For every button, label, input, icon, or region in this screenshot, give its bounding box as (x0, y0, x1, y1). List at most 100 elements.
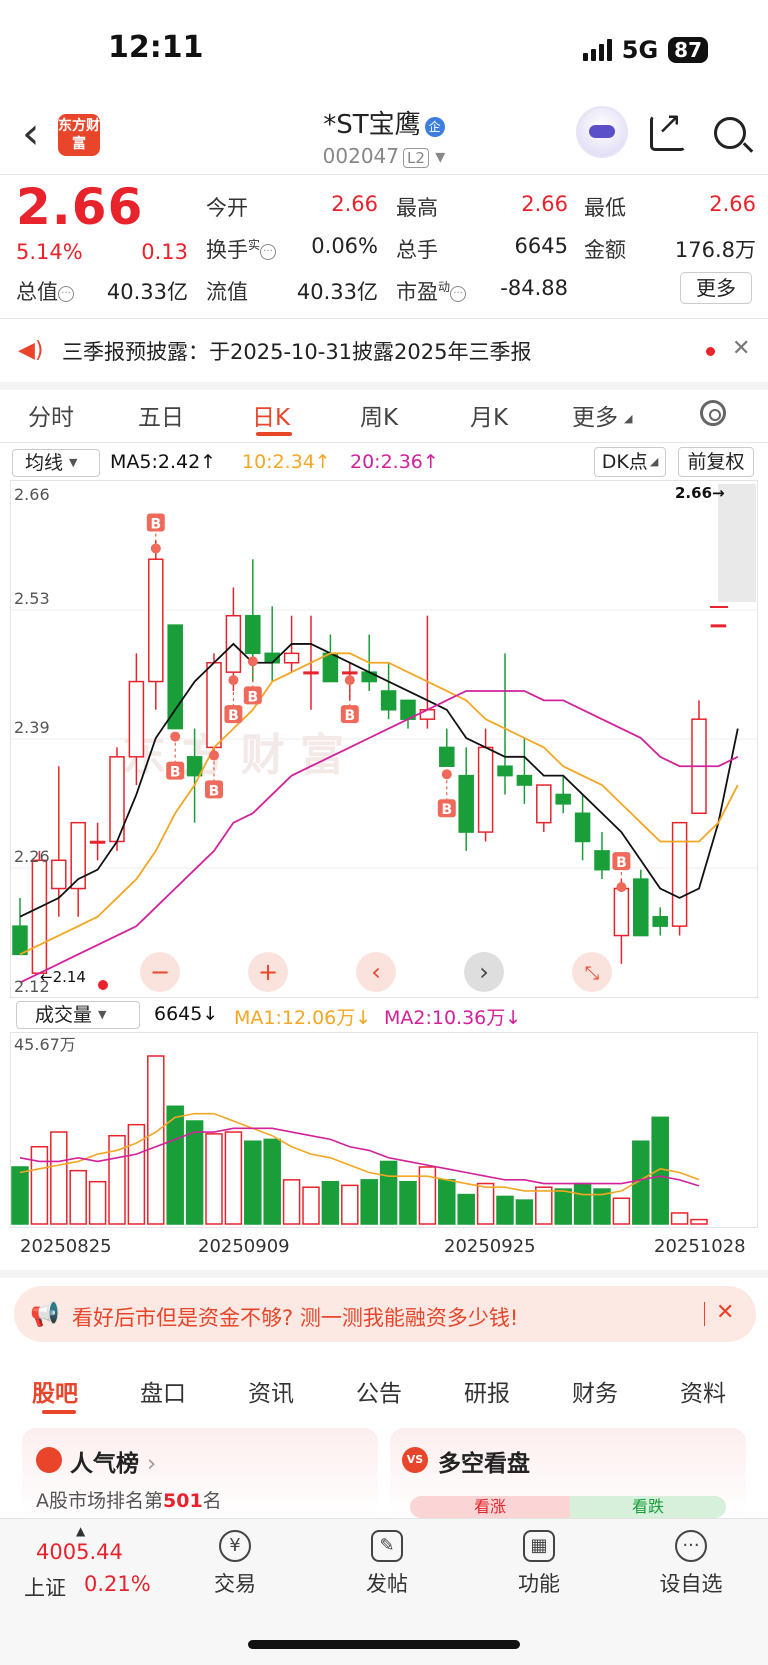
candle-body (671, 821, 688, 927)
mktcap-value: 40.33亿 (106, 280, 188, 304)
turnover-label-text: 换手 (206, 238, 248, 262)
close-icon[interactable]: ✕ (732, 336, 750, 361)
bar-chart-icon (36, 1447, 62, 1473)
low-point-dot (98, 980, 108, 990)
volume-bar (185, 1120, 204, 1225)
volume-bar (573, 1182, 592, 1225)
signal-dot (228, 675, 239, 686)
volume-bar (224, 1131, 243, 1225)
divider (0, 318, 768, 319)
tab-announcements[interactable]: 公告 (356, 1374, 402, 1408)
volume-indicator-select[interactable]: 成交量 ▼ (16, 1001, 140, 1029)
active-tab-indicator (42, 1410, 76, 1414)
chevron-down-icon: ▼ (69, 456, 78, 469)
zoom-out-icon[interactable]: − (140, 952, 180, 992)
scroll-left-icon[interactable]: ‹ (356, 952, 396, 992)
ma10-value: 10:2.34↑ (242, 451, 331, 473)
tab-more[interactable]: 更多 ◢ (572, 398, 632, 432)
section-gap (0, 1270, 768, 1278)
tab-five-day[interactable]: 五日 (138, 398, 184, 432)
volume-chart[interactable]: 45.67万 (10, 1032, 758, 1232)
volume-bar (670, 1212, 689, 1225)
tab-orderbook[interactable]: 盘口 (140, 1374, 186, 1408)
scroll-right-icon[interactable]: › (464, 952, 504, 992)
dk-point-label: DK点 (601, 451, 648, 473)
tab-profile[interactable]: 资料 (680, 1374, 726, 1408)
adjust-button[interactable]: 前复权 (678, 447, 754, 477)
notice-text[interactable]: 三季报预披露：于2025-10-31披露2025年三季报 (62, 336, 531, 366)
candle-body (167, 624, 183, 730)
volume-bar (11, 1166, 29, 1225)
tab-news[interactable]: 资讯 (248, 1374, 294, 1408)
nav-post[interactable]: ✎ 发帖 (342, 1530, 432, 1598)
tab-intraday[interactable]: 分时 (28, 398, 74, 432)
share-icon[interactable] (650, 106, 686, 151)
volume-bar (399, 1180, 417, 1225)
volume-bar (379, 1160, 398, 1225)
vol-ma1-value: MA1:12.06万↓ (234, 1007, 372, 1029)
index-change[interactable]: 0.21% (84, 1572, 151, 1596)
turnover-value: 0.06% (311, 234, 378, 258)
tab-day-k[interactable]: 日K (252, 398, 290, 432)
battery-icon: 87 (668, 37, 708, 63)
mktcap-label[interactable]: 总值 ··· (16, 276, 74, 306)
zoom-in-icon[interactable]: + (248, 952, 288, 992)
candle-body (439, 746, 455, 767)
nav-trade[interactable]: ¥ 交易 (190, 1530, 280, 1598)
tab-finance[interactable]: 财务 (572, 1374, 618, 1408)
nav-functions[interactable]: ▦ 功能 (494, 1530, 584, 1598)
nav-add-watchlist[interactable]: ··· 设自选 (646, 1530, 736, 1598)
info-icon[interactable]: ··· (450, 286, 467, 302)
candle-body (342, 671, 358, 675)
candle-body (380, 690, 397, 711)
volume-bar (360, 1179, 378, 1225)
info-icon[interactable]: ··· (260, 244, 277, 260)
fullscreen-icon[interactable]: ⤡ (572, 952, 612, 992)
network-type: 5G (621, 36, 659, 64)
section-gap (0, 382, 768, 390)
volume-bar (50, 1131, 68, 1225)
indicator-select[interactable]: 均线 ▼ (12, 449, 100, 477)
stock-code-text: 002047 (322, 144, 400, 168)
signal-dot (209, 750, 219, 761)
status-indicators: 5G 87 (582, 36, 708, 64)
search-icon[interactable] (714, 117, 746, 149)
tab-guba[interactable]: 股吧 (32, 1374, 78, 1408)
candle-body (497, 765, 513, 777)
info-icon[interactable]: ··· (58, 286, 74, 302)
candle-body (633, 878, 649, 937)
pe-sup: 动 (438, 280, 451, 294)
caret-icon: ◢ (624, 412, 633, 425)
candle-body (574, 812, 591, 843)
index-name[interactable]: 上证 (24, 1572, 66, 1602)
volume-bar (438, 1179, 456, 1225)
divider (0, 174, 768, 175)
mktcap-label-text: 总值 (16, 280, 58, 304)
candle-body (516, 774, 533, 786)
amount-value: 176.8万 (674, 238, 756, 262)
index-value[interactable]: 4005.44 (36, 1540, 123, 1564)
bearish-button[interactable]: 看跌 (570, 1496, 726, 1518)
popularity-title[interactable]: 人气榜 › (70, 1444, 156, 1478)
bull-bear-title: 多空看盘 (438, 1451, 530, 1477)
tab-week-k[interactable]: 周K (360, 398, 398, 432)
candlestick-chart[interactable]: 东 方 财 富 BBBBBBBB 2.66 2.53 2.39 2.26 2.1… (10, 480, 758, 998)
volume-bar (30, 1146, 49, 1225)
gear-icon[interactable] (700, 400, 726, 426)
pe-label[interactable]: 市盈动 ··· (396, 276, 467, 306)
candle-body (555, 793, 571, 805)
volume-bar (69, 1169, 87, 1225)
signal-icon (582, 39, 612, 61)
low-label: 最低 (584, 196, 626, 220)
tab-research[interactable]: 研报 (464, 1374, 510, 1408)
turnover-label[interactable]: 换手实 ··· (206, 234, 277, 264)
more-button[interactable]: 更多 (680, 272, 752, 304)
tab-month-k[interactable]: 月K (470, 398, 508, 432)
promo-text[interactable]: 看好后市但是资金不够? 测一测我能融资多少钱! (72, 1302, 518, 1332)
bullish-button[interactable]: 看涨 (410, 1496, 570, 1518)
dk-point-button[interactable]: DK点 ◢ (594, 447, 666, 477)
buy-signal-letter: B (441, 802, 452, 818)
volume-bar (302, 1186, 320, 1225)
assistant-robot-icon[interactable] (576, 106, 628, 158)
close-icon[interactable]: ✕ (716, 1300, 734, 1325)
